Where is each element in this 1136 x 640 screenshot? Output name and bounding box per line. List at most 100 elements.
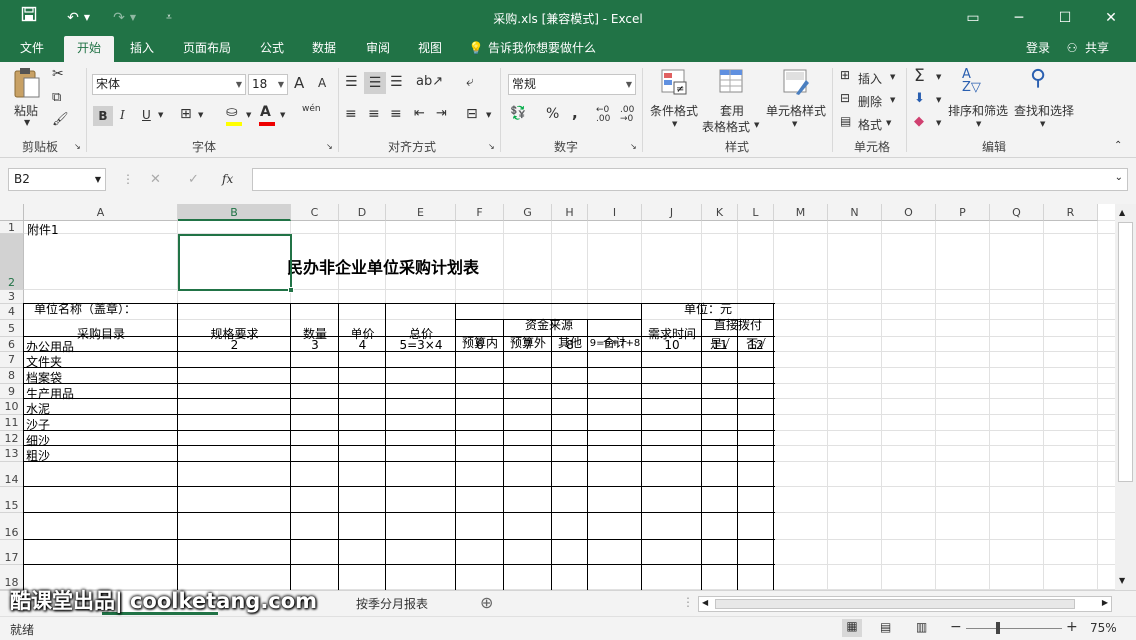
insert-cells-dropdown-icon[interactable]: ▼ bbox=[890, 73, 895, 81]
formula-input[interactable]: ⌄ bbox=[252, 168, 1128, 191]
row-header-5[interactable]: 5 bbox=[0, 320, 24, 337]
tab-file[interactable]: 文件 bbox=[8, 36, 56, 62]
find-select-icon[interactable]: ⚲ bbox=[1030, 66, 1046, 91]
merge-dropdown-icon[interactable]: ▼ bbox=[486, 111, 491, 119]
autosum-icon[interactable]: Σ bbox=[914, 66, 925, 86]
selected-cell-b2[interactable] bbox=[178, 234, 292, 291]
cell-styles-dropdown-icon[interactable]: ▼ bbox=[792, 120, 797, 128]
sign-in-link[interactable]: 登录 bbox=[1020, 36, 1056, 62]
tab-split-icon[interactable]: ⋮ bbox=[682, 595, 694, 609]
row-header-8[interactable]: 8 bbox=[0, 368, 24, 384]
sort-filter-button[interactable]: 排序和筛选 bbox=[948, 102, 1008, 119]
number-launcher-icon[interactable]: ↘ bbox=[630, 142, 637, 151]
conditional-format-icon[interactable]: ≠ bbox=[660, 68, 688, 96]
clear-dropdown-icon[interactable]: ▼ bbox=[936, 119, 941, 127]
wrap-text-icon[interactable]: ⤶ bbox=[466, 74, 474, 90]
conditional-format-button[interactable]: 条件格式 bbox=[650, 102, 698, 119]
zoom-slider[interactable] bbox=[966, 628, 1062, 629]
column-header-o[interactable]: O bbox=[882, 204, 936, 221]
row-header-11[interactable]: 11 bbox=[0, 415, 24, 431]
tab-page-layout[interactable]: 页面布局 bbox=[172, 36, 242, 62]
sort-filter-icon[interactable]: A Z▽ bbox=[962, 68, 981, 94]
column-header-d[interactable]: D bbox=[339, 204, 386, 221]
clear-icon[interactable]: ◆ bbox=[914, 114, 924, 129]
format-cells-button[interactable]: 格式 bbox=[858, 116, 882, 133]
row-header-14[interactable]: 14 bbox=[0, 462, 24, 487]
tab-insert[interactable]: 插入 bbox=[120, 36, 164, 62]
align-top-icon[interactable]: ☰ bbox=[345, 74, 358, 90]
name-box[interactable]: B2 ▼ bbox=[8, 168, 106, 191]
alignment-launcher-icon[interactable]: ↘ bbox=[488, 142, 495, 151]
conditional-format-dropdown-icon[interactable]: ▼ bbox=[672, 120, 677, 128]
decrease-decimal-icon[interactable]: .00 →0 bbox=[620, 106, 634, 124]
scroll-right-icon[interactable]: ▶ bbox=[1102, 598, 1108, 607]
insert-cells-icon[interactable]: ⊞ bbox=[840, 68, 850, 82]
tab-formulas[interactable]: 公式 bbox=[250, 36, 294, 62]
underline-dropdown-icon[interactable]: ▼ bbox=[158, 111, 163, 119]
ribbon-display-icon[interactable]: ▭ bbox=[960, 6, 986, 30]
row-header-9[interactable]: 9 bbox=[0, 384, 24, 399]
borders-icon[interactable]: ⊞ bbox=[180, 106, 192, 122]
zoom-in-icon[interactable]: + bbox=[1066, 619, 1078, 635]
fill-color-icon[interactable]: ⛀ bbox=[226, 104, 242, 126]
format-as-table-icon[interactable] bbox=[718, 68, 746, 96]
share-person-icon[interactable]: ⚇ bbox=[1064, 36, 1080, 62]
name-box-dropdown-icon[interactable]: ▼ bbox=[95, 169, 101, 190]
borders-dropdown-icon[interactable]: ▼ bbox=[198, 111, 203, 119]
column-header-m[interactable]: M bbox=[774, 204, 828, 221]
zoom-out-icon[interactable]: − bbox=[950, 619, 962, 635]
row-header-1[interactable]: 1 bbox=[0, 221, 24, 234]
scroll-up-icon[interactable]: ▲ bbox=[1119, 208, 1125, 217]
clipboard-launcher-icon[interactable]: ↘ bbox=[74, 142, 81, 151]
scroll-left-icon[interactable]: ◀ bbox=[702, 598, 708, 607]
italic-button[interactable]: I bbox=[120, 108, 125, 122]
font-color-dropdown-icon[interactable]: ▼ bbox=[280, 111, 285, 119]
phonetic-button[interactable]: wén bbox=[302, 104, 321, 114]
expand-formula-icon[interactable]: ⌄ bbox=[1115, 172, 1123, 183]
format-cells-icon[interactable]: ▤ bbox=[840, 114, 851, 128]
underline-button[interactable]: U bbox=[142, 108, 151, 122]
paste-icon[interactable] bbox=[12, 66, 42, 100]
cell-styles-button[interactable]: 单元格样式 bbox=[766, 102, 826, 119]
worksheet-grid[interactable]: A B C D E F G H I J K L M N O P Q R 1 2 3 4 5 6 7 8 9 10 11 12 13 14 15 1… bbox=[0, 204, 1136, 590]
delete-cells-button[interactable]: 删除 bbox=[858, 93, 882, 110]
increase-decimal-icon[interactable]: ←0.00 bbox=[596, 106, 610, 124]
font-launcher-icon[interactable]: ↘ bbox=[326, 142, 333, 151]
format-as-table-line1[interactable]: 套用 bbox=[720, 102, 744, 119]
tab-review[interactable]: 审阅 bbox=[356, 36, 400, 62]
format-as-table-dropdown-icon[interactable]: ▼ bbox=[754, 121, 759, 129]
format-painter-icon[interactable]: 🖌 bbox=[52, 112, 69, 127]
row-header-15[interactable]: 15 bbox=[0, 487, 24, 513]
column-header-r[interactable]: R bbox=[1044, 204, 1098, 221]
align-bottom-icon[interactable]: ☰ bbox=[390, 74, 403, 90]
column-header-j[interactable]: J bbox=[642, 204, 702, 221]
formula-bar-grip-icon[interactable]: ⋮ bbox=[122, 172, 134, 186]
row-header-7[interactable]: 7 bbox=[0, 352, 24, 368]
close-icon[interactable]: ✕ bbox=[1098, 6, 1124, 30]
sort-filter-dropdown-icon[interactable]: ▼ bbox=[976, 120, 981, 128]
column-header-b[interactable]: B bbox=[178, 204, 291, 221]
page-break-view-icon[interactable]: ▥ bbox=[916, 620, 927, 634]
add-sheet-icon[interactable]: ⊕ bbox=[480, 593, 493, 612]
accounting-format-icon[interactable]: 💱 bbox=[510, 106, 526, 121]
fill-dropdown-icon[interactable]: ▼ bbox=[246, 111, 251, 119]
format-as-table-line2[interactable]: 表格格式 bbox=[702, 118, 750, 135]
minimize-icon[interactable]: ─ bbox=[1006, 6, 1032, 30]
page-layout-view-icon[interactable]: ▤ bbox=[880, 620, 891, 634]
horizontal-scrollbar[interactable]: ◀ ▶ bbox=[698, 596, 1112, 612]
scroll-down-icon[interactable]: ▼ bbox=[1119, 576, 1125, 585]
grow-font-button[interactable]: A bbox=[294, 74, 304, 92]
insert-cells-button[interactable]: 插入 bbox=[858, 70, 882, 87]
column-header-q[interactable]: Q bbox=[990, 204, 1044, 221]
cell-styles-icon[interactable] bbox=[782, 68, 810, 96]
align-left-icon[interactable]: ≡ bbox=[345, 106, 357, 122]
font-size-combo[interactable]: 18 ▼ bbox=[248, 74, 288, 95]
row-header-3[interactable]: 3 bbox=[0, 290, 24, 304]
delete-cells-dropdown-icon[interactable]: ▼ bbox=[890, 96, 895, 104]
row-header-2[interactable]: 2 bbox=[0, 234, 24, 290]
normal-view-icon[interactable]: ▦ bbox=[842, 619, 862, 637]
autosum-dropdown-icon[interactable]: ▼ bbox=[936, 73, 941, 81]
insert-function-button[interactable]: fx bbox=[222, 172, 233, 186]
maximize-icon[interactable]: ☐ bbox=[1052, 6, 1078, 30]
paste-dropdown-icon[interactable]: ▼ bbox=[24, 118, 30, 127]
